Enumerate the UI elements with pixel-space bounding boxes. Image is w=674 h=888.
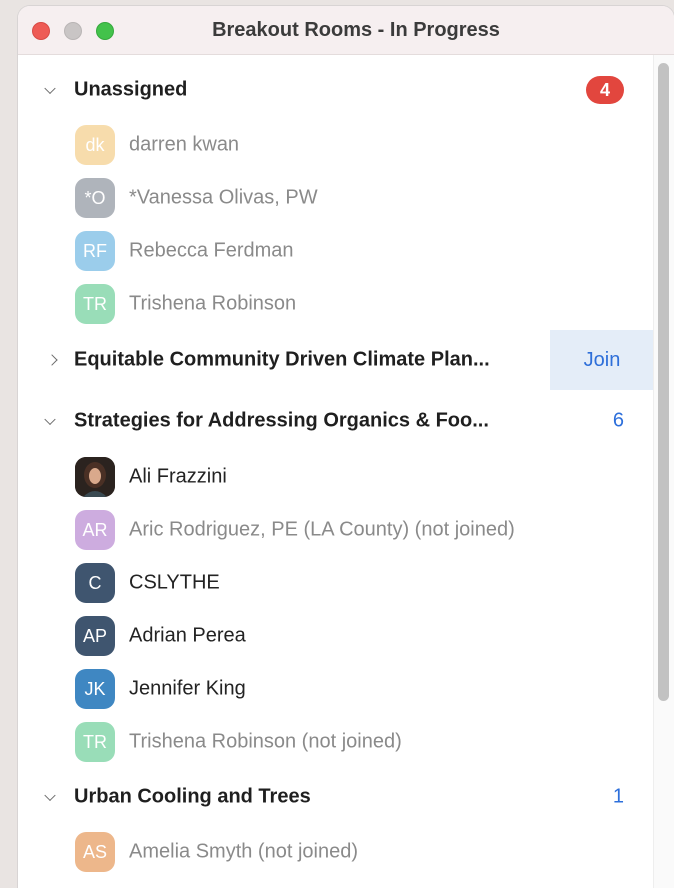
avatar: TR [75,721,115,762]
participant-name: Trishena Robinson [129,292,297,314]
avatar: AS [75,831,115,872]
avatar: AP [75,615,115,656]
photo-avatar [75,456,115,497]
participant-row[interactable]: TR Trishena Robinson [18,277,654,330]
participant-row[interactable]: AS Amelia Smyth (not joined) [18,825,654,878]
participant-name: Ali Frazzini [129,465,227,487]
join-room-button[interactable]: Join [550,330,654,390]
window-title: Breakout Rooms - In Progress [212,19,500,41]
avatar: C [75,562,115,603]
chevron-down-icon[interactable] [44,789,56,802]
participant-name: Aric Rodriguez, PE (LA County) (not join… [129,518,515,540]
avatar: dk [75,124,115,165]
participant-row[interactable]: C CSLYTHE [18,556,654,609]
avatar: JK [75,668,115,709]
unassigned-count-badge: 4 [586,76,624,104]
avatar: TR [75,283,115,324]
rooms-list: Unassigned 4 dk darren kwan *O *Vanessa … [18,55,654,888]
room-urban-cooling-header[interactable]: Urban Cooling and Trees 1 [18,768,654,826]
group-name: Unassigned [74,78,188,101]
avatar: RF [75,230,115,271]
chevron-down-icon[interactable] [44,413,56,426]
chevron-down-icon[interactable] [44,82,56,95]
avatar: AR [75,509,115,550]
participant-name: Rebecca Ferdman [129,239,294,261]
room-participant-count: 1 [612,785,624,808]
scrollbar-thumb[interactable] [658,63,669,701]
participant-row[interactable]: AR Aric Rodriguez, PE (LA County) (not j… [18,503,654,556]
participant-name: Trishena Robinson (not joined) [129,730,402,752]
avatar: *O [75,177,115,218]
room-participant-count: 6 [612,409,624,432]
room-equitable-community-header[interactable]: Equitable Community Driven Climate Plan.… [18,330,654,390]
participant-row[interactable]: AP Adrian Perea [18,609,654,662]
participant-row[interactable]: *O *Vanessa Olivas, PW [18,171,654,224]
group-unassigned-header[interactable]: Unassigned 4 [18,61,654,119]
participant-row[interactable]: dk darren kwan [18,118,654,171]
chevron-right-icon[interactable] [46,354,58,366]
room-name: Urban Cooling and Trees [74,785,311,808]
participant-row[interactable]: JK Jennifer King [18,662,654,715]
participant-name: *Vanessa Olivas, PW [129,186,318,208]
participant-row[interactable]: RF Rebecca Ferdman [18,224,654,277]
room-name: Equitable Community Driven Climate Plan.… [74,348,490,371]
participant-name: Jennifer King [129,677,246,699]
room-strategies-organics-header[interactable]: Strategies for Addressing Organics & Foo… [18,392,654,450]
title-bar: Breakout Rooms - In Progress [18,6,674,55]
vertical-scrollbar[interactable] [653,55,674,888]
participant-name: Adrian Perea [129,624,246,646]
participant-row[interactable]: TR Trishena Robinson (not joined) [18,715,654,768]
participant-name: CSLYTHE [129,571,220,593]
breakout-rooms-window: Breakout Rooms - In Progress Unassigned … [18,6,674,888]
room-name: Strategies for Addressing Organics & Foo… [74,409,489,432]
participant-row[interactable]: Ali Frazzini [18,450,654,503]
participant-name: Amelia Smyth (not joined) [129,840,358,862]
participant-name: darren kwan [129,133,240,155]
